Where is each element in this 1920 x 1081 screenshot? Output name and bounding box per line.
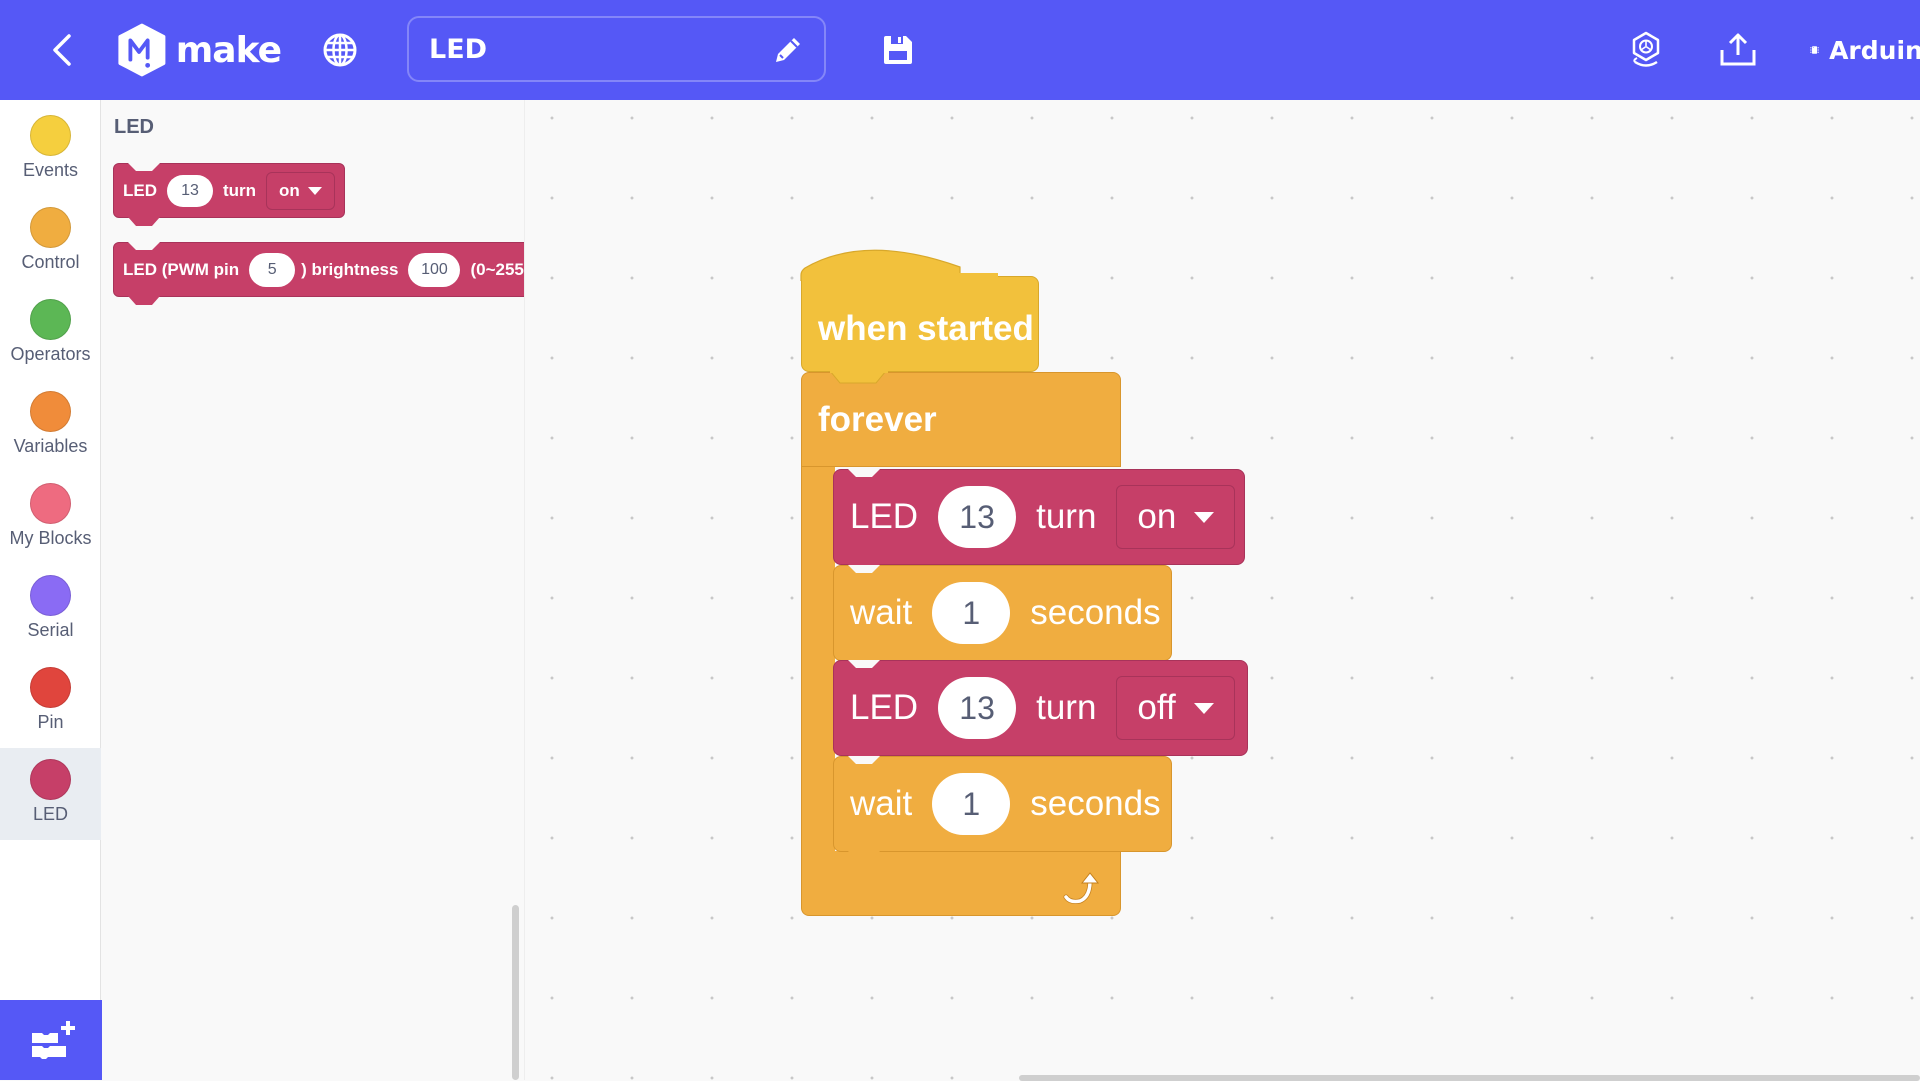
pwm-pin-input[interactable]: 5 xyxy=(249,252,296,287)
chevron-left-icon xyxy=(53,34,71,66)
script-workspace[interactable] xyxy=(526,100,1920,1080)
language-button[interactable] xyxy=(318,0,362,100)
block-text: wait xyxy=(850,593,913,632)
category-label: Events xyxy=(22,160,79,180)
hat-dome xyxy=(800,249,998,281)
save-button[interactable] xyxy=(876,0,920,100)
back-button[interactable] xyxy=(40,0,84,100)
hexagon-robot-icon xyxy=(1632,31,1660,67)
mblock-logo-icon xyxy=(118,23,166,77)
forever-text: forever xyxy=(818,399,937,439)
category-my-blocks[interactable]: My Blocks xyxy=(0,472,101,564)
hat-text: when started xyxy=(818,309,1034,348)
state-dropdown[interactable]: on xyxy=(266,171,335,210)
palette-heading: LED xyxy=(114,116,154,138)
seconds-input[interactable]: 1 xyxy=(932,582,1011,644)
category-label: LED xyxy=(32,804,68,824)
dropdown-value: on xyxy=(1137,497,1177,536)
add-extension-button[interactable] xyxy=(0,1000,105,1080)
category-color-dot xyxy=(30,299,71,340)
device-label: Arduino xyxy=(1829,35,1920,65)
palette-block-led-turn[interactable]: LED 13 turn on xyxy=(113,163,345,218)
edit-title-button[interactable] xyxy=(770,32,806,68)
category-pin[interactable]: Pin xyxy=(0,656,101,748)
loop-arrow-icon xyxy=(1063,872,1100,904)
category-variables[interactable]: Variables xyxy=(0,380,101,472)
category-label: Serial xyxy=(27,620,74,640)
palette-block-led-pwm[interactable]: LED (PWM pin 5 ) brightness 100 (0~255) xyxy=(113,242,525,297)
category-color-dot xyxy=(30,759,71,800)
block-text: wait xyxy=(850,784,913,823)
category-color-dot xyxy=(30,575,71,616)
block-text: seconds xyxy=(1030,593,1161,632)
category-label: Control xyxy=(21,252,80,272)
caret-down-icon xyxy=(307,186,322,195)
upload-button[interactable] xyxy=(1716,0,1760,100)
project-title: LED xyxy=(429,33,488,65)
brand-logo[interactable]: make xyxy=(116,0,282,100)
brand-name: make xyxy=(175,29,282,71)
wait-block[interactable]: wait 1 seconds xyxy=(833,565,1172,661)
category-color-dot xyxy=(30,207,71,248)
category-color-dot xyxy=(30,483,71,524)
block-text: ) brightness xyxy=(301,259,399,279)
workspace-horizontal-scrollbar[interactable] xyxy=(1019,1075,1920,1081)
category-operators[interactable]: Operators xyxy=(0,288,101,380)
category-label: My Blocks xyxy=(9,528,92,548)
upload-icon xyxy=(1720,33,1756,66)
when-started-block[interactable]: when started xyxy=(801,276,1039,372)
block-text: LED xyxy=(850,688,919,727)
led-turn-block[interactable]: LED 13 turn on xyxy=(833,469,1245,565)
pin-input[interactable]: 13 xyxy=(938,486,1017,548)
led-turn-block[interactable]: LED 13 turn off xyxy=(833,660,1248,756)
state-dropdown[interactable]: on xyxy=(1116,485,1236,549)
block-text: LED xyxy=(850,497,919,536)
seconds-input[interactable]: 1 xyxy=(932,773,1011,835)
block-text: LED xyxy=(123,180,157,200)
palette-vertical-scrollbar[interactable] xyxy=(512,905,519,1080)
state-dropdown[interactable]: off xyxy=(1116,676,1235,740)
add-extension-icon xyxy=(31,1021,75,1059)
floppy-disk-icon xyxy=(884,36,912,64)
category-label: Pin xyxy=(37,712,64,732)
project-title-field[interactable]: LED xyxy=(407,16,826,82)
dropdown-value: on xyxy=(279,180,300,200)
category-events[interactable]: Events xyxy=(0,104,101,196)
dropdown-value: off xyxy=(1137,688,1176,727)
block-text: seconds xyxy=(1030,784,1161,823)
category-label: Operators xyxy=(10,344,91,364)
block-text: turn xyxy=(223,180,257,200)
block-palette: LED LED 13 turn on LED (PWM pin 5 ) brig… xyxy=(102,100,525,1080)
forever-bottom xyxy=(801,851,1121,916)
block-text: (0~255) xyxy=(470,259,525,279)
caret-down-icon xyxy=(1193,702,1214,714)
brightness-input[interactable]: 100 xyxy=(408,252,461,287)
forever-arm xyxy=(801,460,835,860)
top-bar: make LED Arduino xyxy=(0,0,1920,100)
category-led[interactable]: LED xyxy=(0,748,101,840)
globe-icon xyxy=(323,33,357,67)
block-text: LED (PWM pin xyxy=(123,259,240,279)
hat-tab xyxy=(830,370,888,384)
pencil-icon xyxy=(776,38,800,62)
device-connect-button[interactable] xyxy=(1624,0,1668,100)
category-color-dot xyxy=(30,115,71,156)
device-selector[interactable]: Arduino xyxy=(1810,0,1920,100)
pin-input[interactable]: 13 xyxy=(167,174,213,207)
category-control[interactable]: Control xyxy=(0,196,101,288)
pin-input[interactable]: 13 xyxy=(938,677,1017,739)
category-sidebar: Events Control Operators Variables My Blocks… xyxy=(0,100,101,1080)
forever-block[interactable]: forever xyxy=(801,372,1121,467)
chip-icon xyxy=(1810,46,1819,54)
category-color-dot xyxy=(30,667,71,708)
wait-block[interactable]: wait 1 seconds xyxy=(833,756,1172,852)
block-text: turn xyxy=(1036,497,1097,536)
category-label: Variables xyxy=(13,436,88,456)
category-color-dot xyxy=(30,391,71,432)
block-text: turn xyxy=(1036,688,1097,727)
category-serial[interactable]: Serial xyxy=(0,564,101,656)
caret-down-icon xyxy=(1194,511,1215,523)
